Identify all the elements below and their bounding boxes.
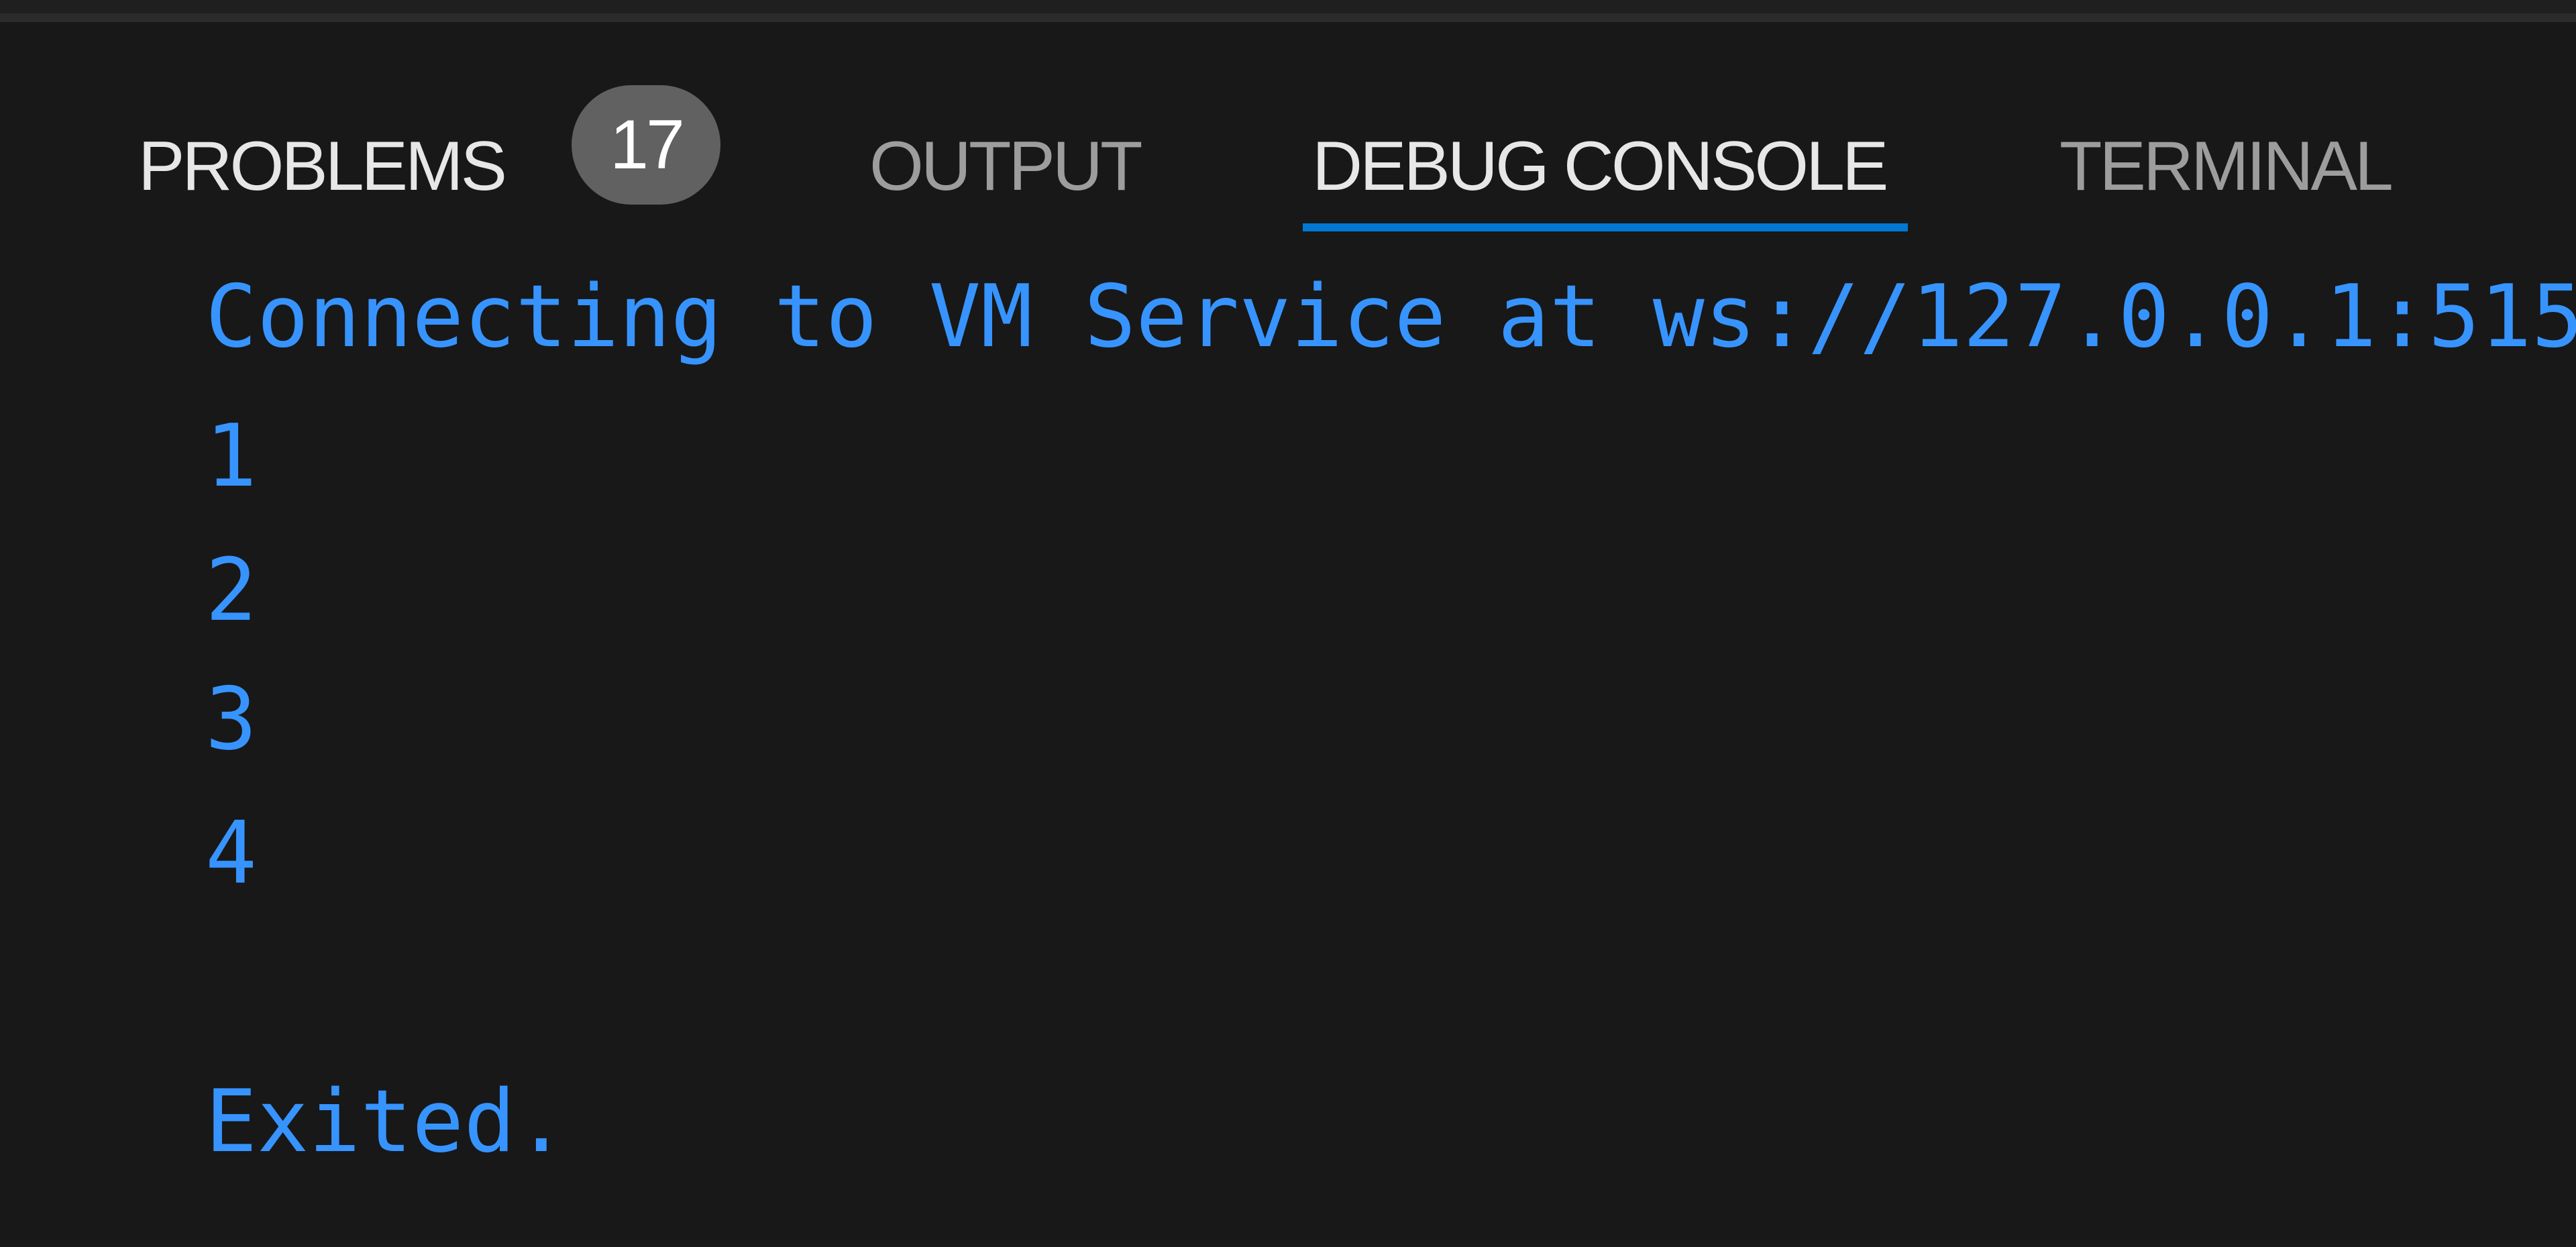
console-line: Connecting to VM Service at ws://127.0.0… [205,267,2576,367]
panel-top-border[interactable] [0,13,2576,22]
console-line: 3 [205,669,258,769]
title-area [0,0,2576,13]
console-line: 2 [205,541,258,641]
console-line: 1 [205,406,258,506]
bottom-panel: PROBLEMS 17 OUTPUT DEBUG CONSOLE TERMINA… [0,22,2576,1247]
console-line: 4 [205,804,258,904]
debug-console-output[interactable]: Connecting to VM Service at ws://127.0.0… [205,22,2576,1247]
console-line: Exited. [205,1072,568,1172]
